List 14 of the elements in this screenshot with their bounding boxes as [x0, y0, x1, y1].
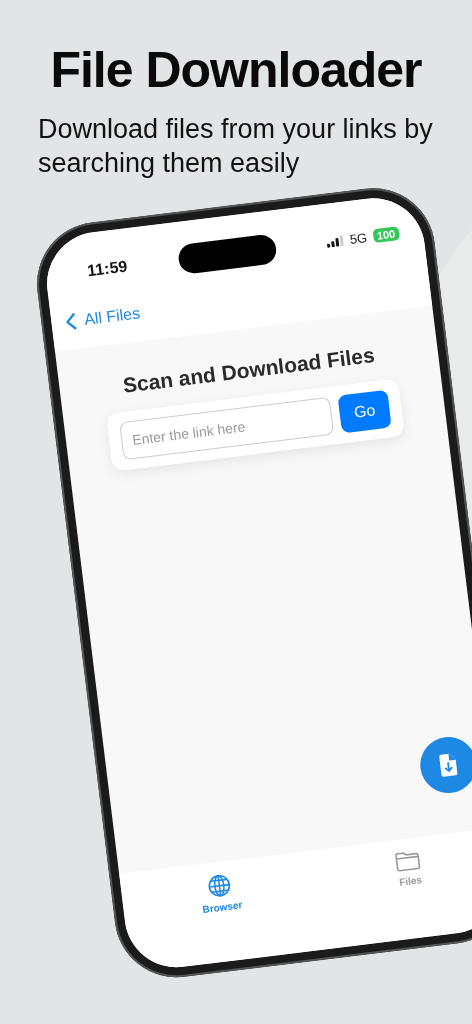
headline: File Downloader	[49, 41, 423, 100]
status-time: 11:59	[86, 257, 129, 281]
network-label: 5G	[348, 229, 368, 247]
link-field[interactable]: Enter the link here	[119, 396, 335, 461]
back-chevron-icon	[64, 312, 78, 332]
back-link[interactable]: All Files	[64, 304, 142, 332]
go-button[interactable]: Go	[337, 389, 392, 434]
tab-bar-item[interactable]: Browser	[190, 868, 252, 918]
tab-bar-item[interactable]: Files	[385, 846, 433, 891]
file-download-icon	[436, 751, 460, 779]
signal-icon	[326, 234, 345, 248]
subtitle: Download files from your links by searching them easily	[38, 113, 434, 180]
battery-level: 100	[372, 226, 400, 244]
folder-icon	[394, 849, 423, 874]
